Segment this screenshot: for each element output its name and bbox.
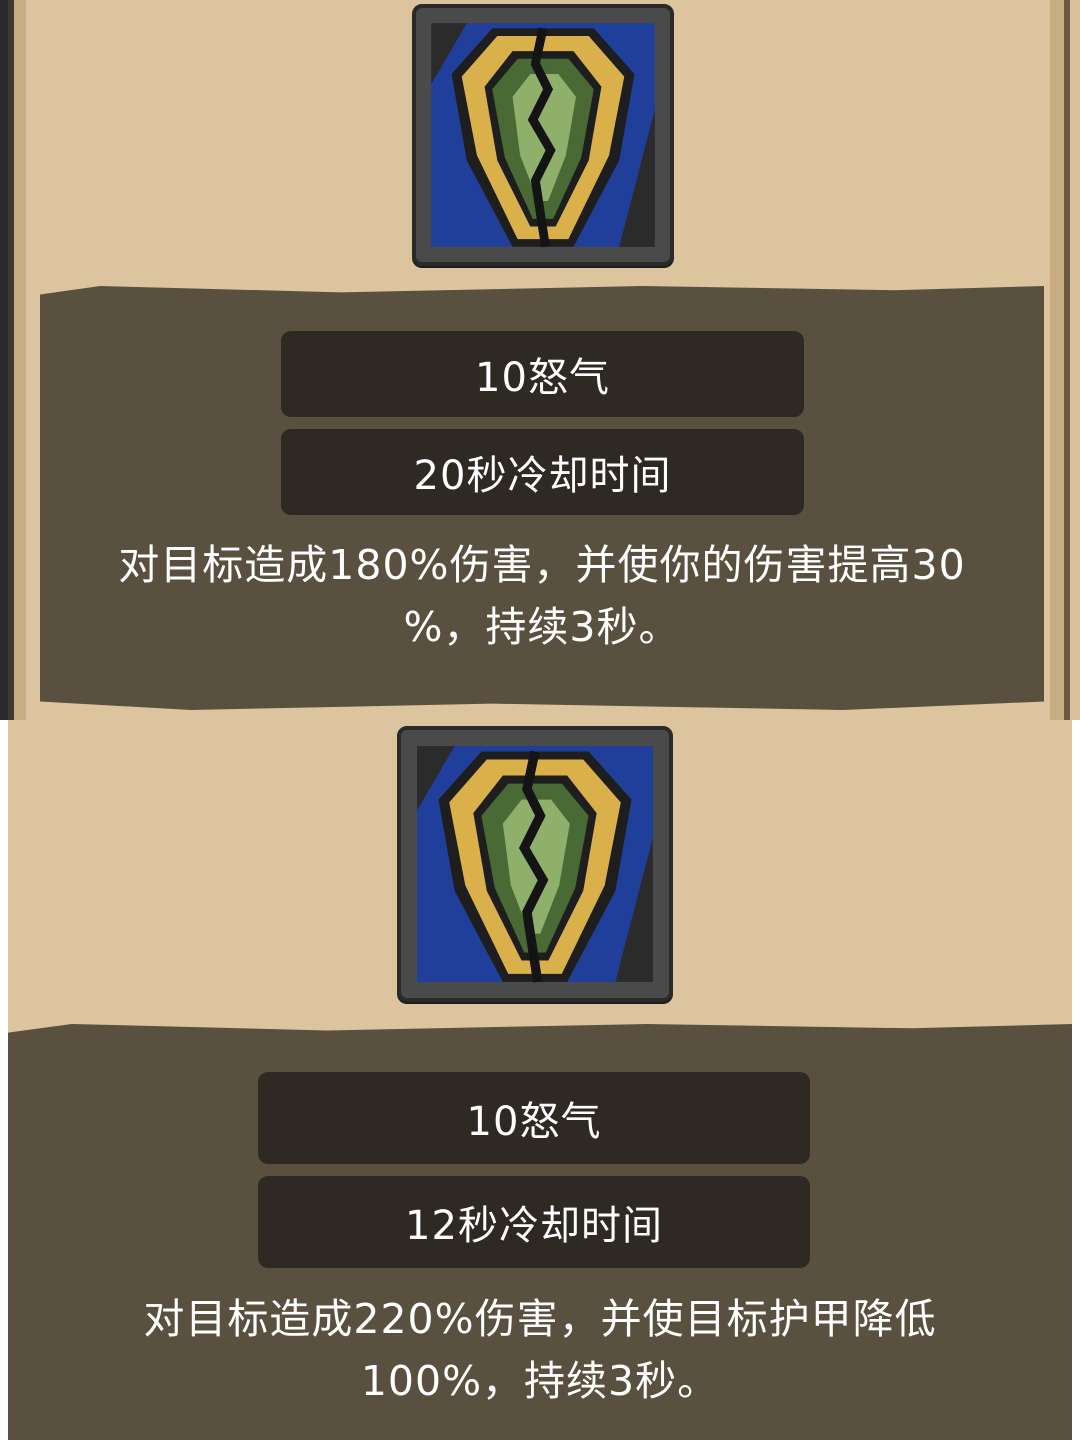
card-border-right	[1050, 0, 1080, 720]
cooldown-text: 20秒冷却时间	[413, 453, 672, 499]
rage-cost-badge: 10怒气	[281, 331, 804, 417]
cracked-shield-icon	[431, 23, 655, 248]
cooldown-badge: 12秒冷却时间	[258, 1176, 810, 1268]
description-line: %，持续3秒。	[403, 603, 681, 651]
cracked-shield-icon	[417, 746, 653, 983]
skill-card-2: 10怒气 12秒冷却时间 对目标造成220%伤害，并使目标护甲降低 100%，持…	[8, 720, 1072, 1440]
skill-description: 对目标造成180%伤害，并使你的伤害提高30 %，持续3秒。	[60, 534, 1024, 658]
cooldown-badge: 20秒冷却时间	[281, 429, 804, 515]
description-line: 100%，持续3秒。	[360, 1357, 720, 1405]
description-line: 对目标造成180%伤害，并使你的伤害提高30	[118, 541, 966, 589]
skill-description: 对目标造成220%伤害，并使目标护甲降低 100%，持续3秒。	[28, 1288, 1052, 1412]
description-line: 对目标造成220%伤害，并使目标护甲降低	[143, 1295, 937, 1343]
cooldown-text: 12秒冷却时间	[405, 1203, 663, 1249]
card-border-left	[0, 0, 26, 720]
rage-cost-text: 10怒气	[466, 1099, 602, 1145]
rage-cost-text: 10怒气	[475, 355, 610, 401]
rage-cost-badge: 10怒气	[258, 1072, 810, 1164]
skill-icon-frame[interactable]	[412, 4, 674, 266]
skill-icon-frame[interactable]	[397, 726, 673, 1002]
skill-card-1: 10怒气 20秒冷却时间 对目标造成180%伤害，并使你的伤害提高30 %，持续…	[0, 0, 1080, 720]
